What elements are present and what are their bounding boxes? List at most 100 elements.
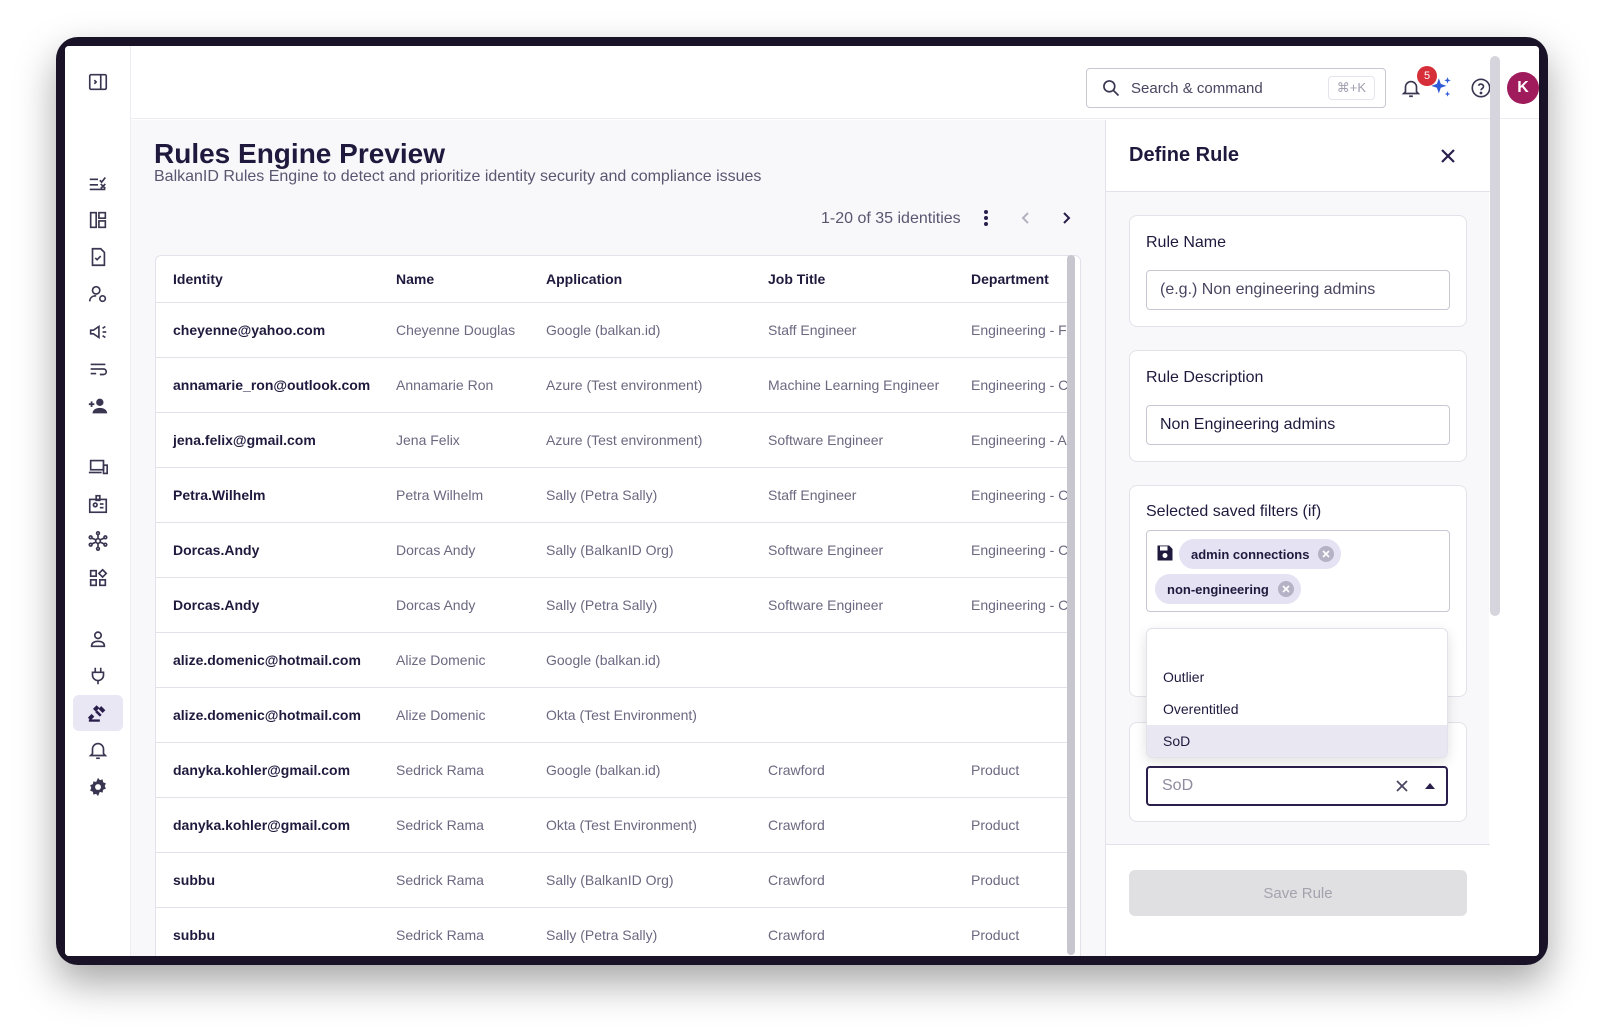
department-cell: Engineering - C [954, 467, 1068, 523]
chip-remove-icon[interactable] [1277, 581, 1294, 597]
plug-icon[interactable] [73, 658, 123, 694]
search-shortcut: ⌘+K [1327, 76, 1375, 100]
table-row[interactable]: danyka.kohler@gmail.com Sedrick Rama Googl… [156, 742, 1068, 798]
chevron-left-icon[interactable] [1015, 207, 1037, 229]
main-content: Rules Engine Preview BalkanID Rules Engi… [131, 120, 1105, 956]
tasks-icon[interactable] [73, 165, 123, 201]
table-row[interactable]: annamarie_ron@outlook.com Annamarie Ron Az… [156, 357, 1068, 413]
application-cell: Google (balkan.id) [529, 302, 751, 358]
column-header[interactable]: Job Title [751, 256, 954, 303]
devices-icon[interactable] [73, 449, 123, 485]
save-rule-button[interactable]: Save Rule [1129, 870, 1467, 916]
more-vert-icon[interactable] [977, 207, 995, 229]
campaign-icon[interactable] [73, 314, 123, 350]
chip-remove-icon[interactable] [1318, 546, 1335, 562]
job-title-cell: Staff Engineer [751, 467, 954, 523]
department-cell: Engineering - C [954, 577, 1068, 633]
saved-filters-label: Selected saved filters (if) [1146, 503, 1322, 520]
identity-cell: cheyenne@yahoo.com [156, 302, 379, 358]
name-cell: Sedrick Rama [379, 797, 529, 853]
top-header: Search & command ⌘+K 5 K [131, 46, 1539, 119]
job-title-cell: Crawford [751, 852, 954, 908]
rule-description-input[interactable]: Non Engineering admins [1146, 405, 1450, 445]
page-subtitle: BalkanID Rules Engine to detect and prio… [154, 168, 762, 185]
job-title-cell [751, 687, 954, 743]
department-cell: Product [954, 852, 1068, 908]
table-row[interactable]: Dorcas.Andy Dorcas Andy Sally (Petra Sally… [156, 577, 1068, 633]
application-cell: Sally (Petra Sally) [529, 577, 751, 633]
person-icon[interactable] [73, 621, 123, 657]
define-rule-panel: Define Rule Rule Name (e.g.) Non enginee… [1105, 120, 1490, 956]
name-cell: Sedrick Rama [379, 852, 529, 908]
table-row[interactable]: Dorcas.Andy Dorcas Andy Sally (BalkanID Or… [156, 522, 1068, 578]
save-icon [1157, 545, 1173, 561]
category-combobox[interactable]: SoD [1146, 766, 1448, 806]
column-header[interactable]: Application [529, 256, 751, 303]
close-icon[interactable] [1436, 144, 1460, 168]
table-row[interactable]: cheyenne@yahoo.com Cheyenne Douglas Google… [156, 302, 1068, 358]
page-scrollbar[interactable] [1490, 56, 1500, 616]
name-cell: Petra Wilhelm [379, 467, 529, 523]
search-placeholder: Search & command [1131, 79, 1263, 97]
column-header[interactable]: Identity [156, 256, 379, 303]
dropdown-option-outlier[interactable]: Outlier [1147, 661, 1447, 693]
table-row[interactable]: subbu Sedrick Rama Sally (BalkanID Org) Cra… [156, 852, 1068, 908]
search-bar[interactable]: Search & command ⌘+K [1086, 68, 1386, 108]
name-cell: Sedrick Rama [379, 742, 529, 798]
name-cell: Cheyenne Douglas [379, 302, 529, 358]
department-cell: Product [954, 797, 1068, 853]
bell-icon[interactable] [73, 732, 123, 768]
id-card-icon[interactable] [73, 486, 123, 522]
name-cell: Jena Felix [379, 412, 529, 468]
department-cell [954, 687, 1068, 743]
dashboard-icon[interactable] [73, 202, 123, 238]
job-title-cell: Software Engineer [751, 412, 954, 468]
user-avatar[interactable]: K [1507, 72, 1539, 104]
column-header[interactable]: Department [954, 256, 1068, 303]
network-icon[interactable] [73, 523, 123, 559]
ai-sparkle-icon[interactable] [1427, 74, 1455, 102]
application-cell: Google (balkan.id) [529, 742, 751, 798]
dropdown-option-overentitled[interactable]: Overentitled [1147, 693, 1447, 725]
table-row[interactable]: danyka.kohler@gmail.com Sedrick Rama Okta … [156, 797, 1068, 853]
dropdown-option-sod[interactable]: SoD [1147, 725, 1447, 757]
department-cell: Engineering - C [954, 357, 1068, 413]
table-row[interactable]: alize.domenic@hotmail.com Alize Domenic Ok… [156, 687, 1068, 743]
table-row[interactable]: subbu Sedrick Rama Sally (Petra Sally) Craw… [156, 907, 1068, 956]
caret-up-icon[interactable] [1424, 781, 1436, 791]
department-cell: Engineering - C [954, 522, 1068, 578]
name-cell: Sedrick Rama [379, 907, 529, 956]
filter-chip[interactable]: admin connections [1179, 539, 1342, 569]
list-icon[interactable] [73, 351, 123, 387]
application-cell: Sally (BalkanID Org) [529, 852, 751, 908]
rule-name-input[interactable]: (e.g.) Non engineering admins [1146, 270, 1450, 310]
identity-cell: danyka.kohler@gmail.com [156, 742, 379, 798]
sidebar-toggle-icon[interactable] [73, 64, 123, 100]
identity-cell: Petra.Wilhelm [156, 467, 379, 523]
add-user-icon[interactable] [73, 388, 123, 424]
saved-filters-field[interactable]: admin connections non-engineering [1146, 530, 1450, 612]
app-screen: Search & command ⌘+K 5 K Rules Engine Pr… [65, 46, 1539, 956]
pagination-text: 1-20 of 35 identities [821, 210, 961, 227]
identity-cell: Dorcas.Andy [156, 577, 379, 633]
table-row[interactable]: alize.domenic@hotmail.com Alize Domenic Go… [156, 632, 1068, 688]
table-row[interactable]: Petra.Wilhelm Petra Wilhelm Sally (Petra S… [156, 467, 1068, 523]
table-row[interactable]: jena.felix@gmail.com Jena Felix Azure (Tes… [156, 412, 1068, 468]
identity-cell: annamarie_ron@outlook.com [156, 357, 379, 413]
column-header[interactable]: Name [379, 256, 529, 303]
identity-cell: danyka.kohler@gmail.com [156, 797, 379, 853]
gavel-icon[interactable] [73, 695, 123, 731]
name-cell: Annamarie Ron [379, 357, 529, 413]
apps-icon[interactable] [73, 560, 123, 596]
panel-footer: Save Rule [1106, 844, 1490, 956]
rule-name-card: Rule Name (e.g.) Non engineering admins [1129, 215, 1467, 327]
clear-icon[interactable] [1394, 778, 1410, 794]
filter-chip[interactable]: non-engineering [1155, 574, 1301, 604]
user-settings-icon[interactable] [73, 276, 123, 312]
application-cell: Okta (Test Environment) [529, 797, 751, 853]
gear-icon[interactable] [73, 769, 123, 805]
application-cell: Sally (Petra Sally) [529, 467, 751, 523]
table-scrollbar[interactable] [1067, 255, 1075, 955]
review-icon[interactable] [73, 239, 123, 275]
chevron-right-icon[interactable] [1055, 207, 1077, 229]
